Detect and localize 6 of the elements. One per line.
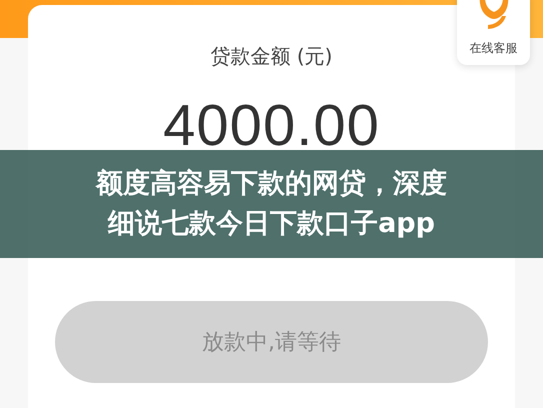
banner-text: 细说七款今日下款口子app <box>108 207 435 241</box>
loan-amount: 4000.00 <box>163 92 380 159</box>
banner-text: 额度高容易下款的网贷，深度 <box>96 167 447 201</box>
customer-service-button[interactable]: 在线客服 <box>457 0 530 65</box>
loan-amount-label: 贷款金额 (元) <box>210 43 332 70</box>
service-label: 在线客服 <box>470 40 518 57</box>
